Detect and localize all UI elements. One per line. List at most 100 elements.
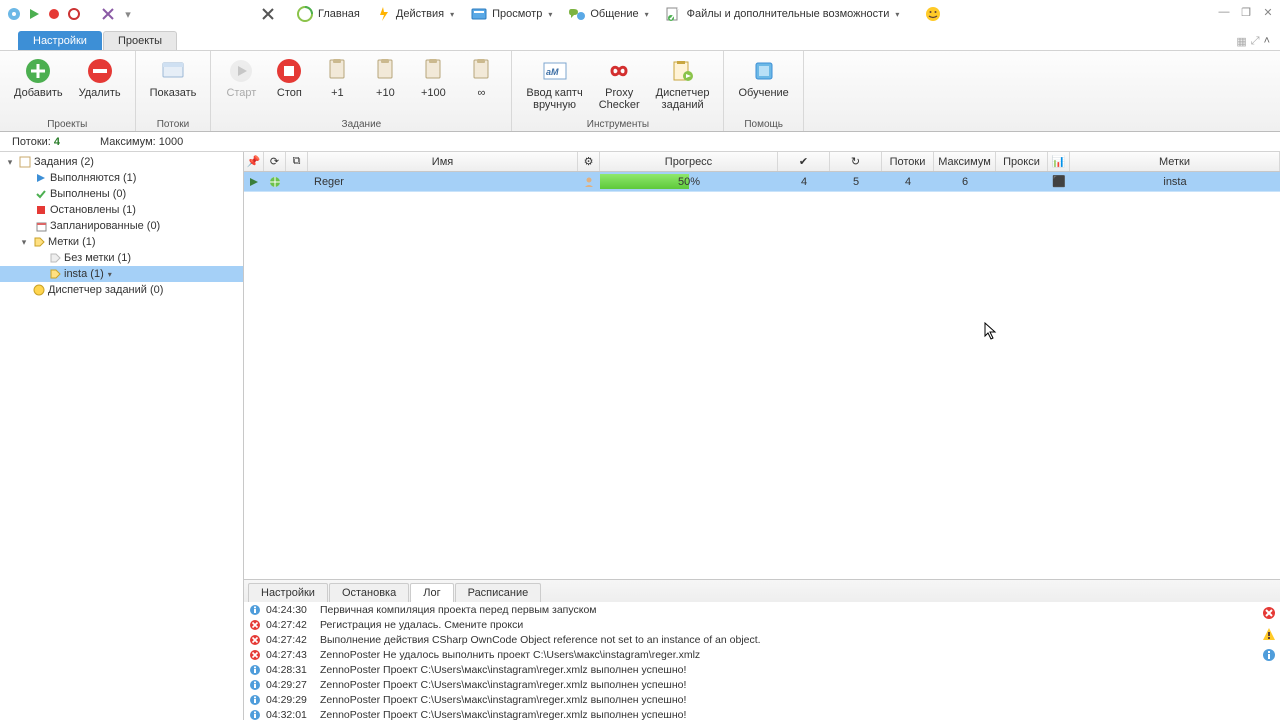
proxy-button[interactable]: Proxy Checker: [593, 53, 646, 115]
row-proxy: [996, 172, 1048, 191]
ribbon-group-help-label: Помощь: [732, 118, 794, 131]
ribbon-grid-icon[interactable]: ▦: [1236, 35, 1246, 48]
tab-settings[interactable]: Настройки: [18, 31, 102, 50]
btab-log[interactable]: Лог: [410, 583, 453, 602]
menu-smiley[interactable]: [917, 2, 949, 26]
qa-record-icon[interactable]: [46, 6, 62, 22]
menu-chat[interactable]: Общение▾: [560, 2, 656, 26]
tree-stopped-label: Остановлены (1): [50, 204, 136, 216]
qa-play-icon[interactable]: [26, 6, 42, 22]
col-max[interactable]: Максимум: [934, 152, 996, 171]
row-max: 6: [934, 172, 996, 191]
tree-insta-label: insta (1): [64, 268, 104, 280]
btab-schedule[interactable]: Расписание: [455, 583, 542, 602]
log-message: Первичная компиляция проекта перед первы…: [320, 604, 1276, 616]
log-row: 04:29:29ZennoPoster Проект C:\Users\макс…: [244, 692, 1280, 707]
col-progress[interactable]: Прогресс: [600, 152, 778, 171]
col-status[interactable]: ⟳: [264, 152, 286, 171]
qa-stop-icon[interactable]: [66, 6, 82, 22]
row-progress-text: 50%: [600, 172, 778, 192]
captcha-button[interactable]: aMВвод каптч вручную: [520, 53, 588, 115]
log-error-icon: [248, 618, 262, 632]
show-button[interactable]: Показать: [144, 53, 203, 103]
menu-close-button[interactable]: [258, 4, 278, 24]
ribbon-group-tools-label: Инструменты: [520, 118, 715, 131]
tree-insta[interactable]: insta (1)▾: [0, 266, 243, 282]
log-time: 04:27:42: [266, 619, 320, 631]
col-proxy[interactable]: Прокси: [996, 152, 1048, 171]
plusinf-button[interactable]: ∞: [459, 53, 503, 103]
add-button[interactable]: Добавить: [8, 53, 69, 103]
close-button[interactable]: ✕: [1260, 4, 1276, 20]
log-info-row-icon: [248, 663, 262, 677]
show-label: Показать: [150, 87, 197, 99]
menu-actions-label: Действия: [396, 8, 444, 20]
menu-files[interactable]: Файлы и дополнительные возможности▾: [657, 2, 908, 26]
ribbon-group-help: Обучение Помощь: [724, 51, 803, 131]
qa-tools-icon[interactable]: [100, 6, 116, 22]
tree-running[interactable]: Выполняются (1): [0, 170, 243, 186]
stop-button[interactable]: Стоп: [267, 53, 311, 103]
col-stats[interactable]: 📊: [1048, 152, 1070, 171]
maximize-button[interactable]: ❐: [1238, 4, 1254, 20]
col-copy[interactable]: ⧉: [286, 152, 308, 171]
log-error-icon: [248, 633, 262, 647]
tree-labels-label: Метки (1): [48, 236, 96, 248]
col-pin[interactable]: 📌: [244, 152, 264, 171]
tree-tasks[interactable]: ▾Задания (2): [0, 154, 243, 170]
main-area: ▾Задания (2) Выполняются (1) Выполнены (…: [0, 152, 1280, 720]
log-time: 04:29:29: [266, 694, 320, 706]
ribbon-group-projects-label: Проекты: [8, 118, 127, 131]
ribbon-group-task: Старт Стоп +1 +10 +100 ∞ Задание: [211, 51, 512, 131]
sidebar: ▾Задания (2) Выполняются (1) Выполнены (…: [0, 152, 244, 720]
btab-stop[interactable]: Остановка: [329, 583, 409, 602]
tree-nolabel[interactable]: Без метки (1): [0, 250, 243, 266]
tree-done[interactable]: Выполнены (0): [0, 186, 243, 202]
col-repeat[interactable]: ↻: [830, 152, 882, 171]
log-info-icon[interactable]: [1262, 648, 1276, 665]
log-row: 04:27:43ZennoPoster Не удалось выполнить…: [244, 647, 1280, 662]
ribbon-expand-icon[interactable]: ⤢: [1251, 35, 1260, 48]
col-gear[interactable]: ⚙: [578, 152, 600, 171]
ribbon-group-task-label: Задание: [219, 118, 503, 131]
table-row[interactable]: Reger 50% 4 5 4 6 ⬛ insta: [244, 172, 1280, 192]
log-clear-icon[interactable]: [1262, 606, 1276, 623]
dispatcher-button[interactable]: Диспетчер заданий: [650, 53, 716, 115]
plus100-label: +100: [421, 87, 446, 99]
log-time: 04:27:42: [266, 634, 320, 646]
col-labels[interactable]: Метки: [1070, 152, 1280, 171]
delete-button[interactable]: Удалить: [73, 53, 127, 103]
row-repeat: 5: [830, 172, 882, 191]
max-value: 1000: [159, 136, 183, 148]
btab-settings[interactable]: Настройки: [248, 583, 328, 602]
menu-actions[interactable]: Действия▾: [368, 2, 462, 26]
plus10-button[interactable]: +10: [363, 53, 407, 103]
minimize-button[interactable]: —: [1216, 4, 1232, 20]
row-globe-icon: [269, 176, 281, 188]
tree-scheduled[interactable]: Запланированные (0): [0, 218, 243, 234]
threads-label: Потоки:: [12, 136, 51, 148]
row-label: insta: [1070, 172, 1280, 191]
qa-dropdown-icon[interactable]: ▾: [120, 6, 136, 22]
start-button[interactable]: Старт: [219, 53, 263, 103]
menu-view[interactable]: Просмотр▾: [462, 2, 560, 26]
tab-projects[interactable]: Проекты: [103, 31, 177, 50]
tree-stopped[interactable]: Остановлены (1): [0, 202, 243, 218]
plus1-button[interactable]: +1: [315, 53, 359, 103]
log-row: 04:32:01ZennoPoster Проект C:\Users\макс…: [244, 707, 1280, 720]
log-warn-icon[interactable]: [1262, 627, 1276, 644]
tree-labels[interactable]: ▾Метки (1): [0, 234, 243, 250]
col-done[interactable]: ✔: [778, 152, 830, 171]
col-threads[interactable]: Потоки: [882, 152, 934, 171]
plus100-button[interactable]: +100: [411, 53, 455, 103]
log-message: ZennoPoster Проект C:\Users\макс\instagr…: [320, 679, 1276, 691]
ribbon-group-tools: aMВвод каптч вручную Proxy Checker Диспе…: [512, 51, 724, 131]
menu-home[interactable]: Главная: [288, 1, 368, 27]
plus10-label: +10: [376, 87, 395, 99]
tree-dispatch[interactable]: Диспетчер заданий (0): [0, 282, 243, 298]
log-row: 04:29:27ZennoPoster Проект C:\Users\макс…: [244, 677, 1280, 692]
log-row: 04:27:42 Регистрация не удалась. Смените…: [244, 617, 1280, 632]
col-name[interactable]: Имя: [308, 152, 578, 171]
train-button[interactable]: Обучение: [732, 53, 794, 103]
ribbon-collapse-icon[interactable]: ˄: [1264, 35, 1270, 48]
